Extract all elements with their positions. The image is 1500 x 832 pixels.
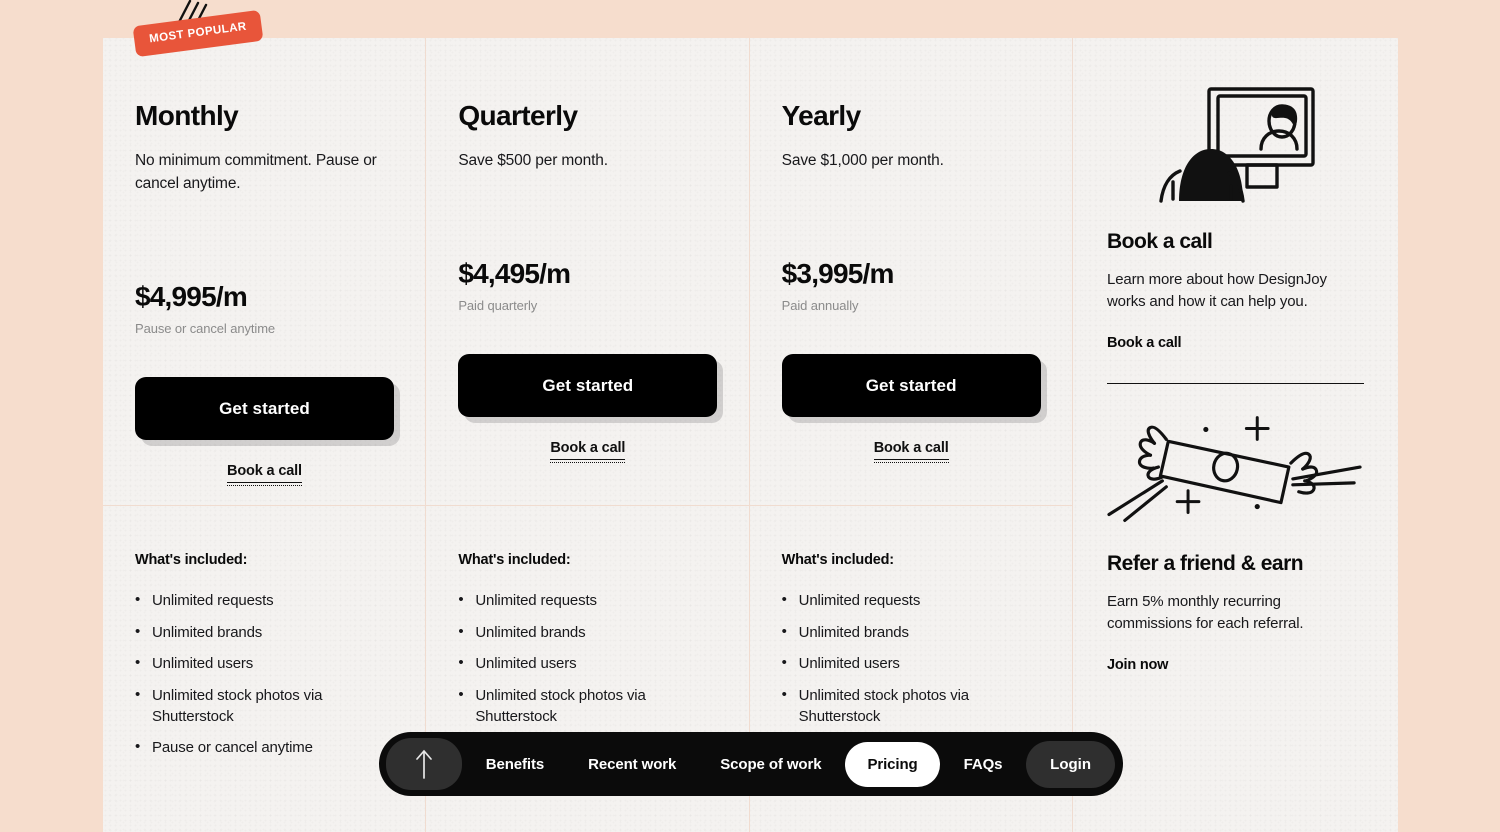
- side-panel: Book a call Learn more about how DesignJ…: [1073, 38, 1398, 832]
- feature-list: Unlimited requests Unlimited brands Unli…: [458, 589, 748, 727]
- refer-friend-title: Refer a friend & earn: [1107, 552, 1304, 575]
- book-a-call-description: Learn more about how DesignJoy works and…: [1107, 271, 1327, 310]
- plan-name: Quarterly: [458, 100, 578, 131]
- login-button[interactable]: Login: [1026, 740, 1115, 788]
- scroll-to-top-button[interactable]: [386, 738, 462, 790]
- most-popular-badge-label: MOST POPULAR: [148, 20, 248, 46]
- list-item: Unlimited requests: [782, 589, 1007, 611]
- list-item: Unlimited users: [135, 652, 360, 674]
- plan-price: $4,995/m: [135, 281, 248, 312]
- plan-price-note: Paid annually: [781, 298, 859, 313]
- plan-price-note: Paid quarterly: [458, 298, 538, 313]
- list-item: Unlimited stock photos via Shutterstock: [782, 684, 1007, 727]
- get-started-button[interactable]: Get started: [458, 354, 718, 417]
- refer-friend-description: Earn 5% monthly recurring commissions fo…: [1107, 593, 1304, 632]
- feature-list: Unlimited requests Unlimited brands Unli…: [135, 589, 425, 758]
- plan-header-yearly: Yearly Save $1,000 per month. $3,995/m P…: [749, 38, 1072, 506]
- plan-header-monthly: Monthly No minimum commitment. Pause or …: [103, 38, 426, 506]
- book-a-call-title: Book a call: [1107, 230, 1213, 253]
- included-title: What's included:: [781, 552, 894, 568]
- plan-price: $3,995/m: [781, 258, 895, 289]
- list-item: Unlimited stock photos via Shutterstock: [458, 684, 683, 727]
- book-a-call-wrap: Book a call: [782, 439, 1041, 463]
- list-item: Pause or cancel anytime: [135, 736, 360, 758]
- plan-name: Yearly: [781, 100, 862, 131]
- pricing-card: Monthly No minimum commitment. Pause or …: [103, 38, 1398, 832]
- book-a-call-wrap: Book a call: [458, 439, 717, 463]
- nav-item-pricing[interactable]: Pricing: [845, 741, 940, 787]
- plan-columns: Monthly No minimum commitment. Pause or …: [103, 38, 1073, 832]
- plan-price: $4,495/m: [458, 258, 571, 289]
- bottom-navigation-bar: Benefits Recent work Scope of work Prici…: [379, 732, 1123, 796]
- list-item: Unlimited requests: [458, 589, 683, 611]
- list-item: Unlimited users: [458, 652, 683, 674]
- plan-column-yearly: Yearly Save $1,000 per month. $3,995/m P…: [749, 38, 1073, 832]
- book-a-call-link[interactable]: Book a call: [550, 440, 625, 463]
- arrow-up-icon: [416, 749, 432, 779]
- get-started-button[interactable]: Get started: [781, 354, 1041, 417]
- list-item: Unlimited requests: [135, 589, 360, 611]
- refer-friend-illustration: [1107, 396, 1364, 546]
- list-item: Unlimited brands: [458, 621, 683, 643]
- nav-item-benefits[interactable]: Benefits: [466, 742, 564, 787]
- nav-item-scope-of-work[interactable]: Scope of work: [700, 742, 841, 787]
- plan-column-quarterly: Quarterly Save $500 per month. $4,495/m …: [426, 38, 750, 832]
- book-a-call-wrap: Book a call: [135, 462, 394, 486]
- list-item: Unlimited stock photos via Shutterstock: [135, 684, 360, 727]
- plan-features-monthly: What's included: Unlimited requests Unli…: [103, 506, 425, 769]
- plan-features-quarterly: What's included: Unlimited requests Unli…: [426, 506, 748, 737]
- nav-item-recent-work[interactable]: Recent work: [568, 742, 696, 787]
- get-started-button[interactable]: Get started: [135, 377, 394, 440]
- side-divider: [1107, 383, 1364, 384]
- list-item: Unlimited brands: [135, 621, 360, 643]
- list-item: Unlimited brands: [782, 621, 1007, 643]
- plan-description: No minimum commitment. Pause or cancel a…: [135, 152, 377, 192]
- feature-list: Unlimited requests Unlimited brands Unli…: [782, 589, 1072, 727]
- plan-description: Save $500 per month.: [458, 152, 608, 169]
- book-a-call-link[interactable]: Book a call: [1107, 335, 1182, 351]
- plan-price-note: Pause or cancel anytime: [135, 321, 276, 336]
- plan-header-quarterly: Quarterly Save $500 per month. $4,495/m …: [426, 38, 749, 506]
- book-a-call-link[interactable]: Book a call: [873, 440, 949, 463]
- included-title: What's included:: [135, 552, 248, 568]
- nav-links: Benefits Recent work Scope of work Prici…: [462, 741, 1026, 787]
- join-now-link[interactable]: Join now: [1107, 657, 1168, 673]
- plan-description: Save $1,000 per month.: [781, 152, 944, 169]
- plan-features-yearly: What's included: Unlimited requests Unli…: [750, 506, 1072, 737]
- video-call-illustration: [1107, 64, 1364, 224]
- book-a-call-link[interactable]: Book a call: [227, 463, 302, 486]
- nav-item-faqs[interactable]: FAQs: [944, 742, 1023, 787]
- plan-column-monthly: Monthly No minimum commitment. Pause or …: [103, 38, 427, 832]
- plan-name: Monthly: [135, 100, 239, 131]
- included-title: What's included:: [458, 552, 571, 568]
- list-item: Unlimited users: [782, 652, 1007, 674]
